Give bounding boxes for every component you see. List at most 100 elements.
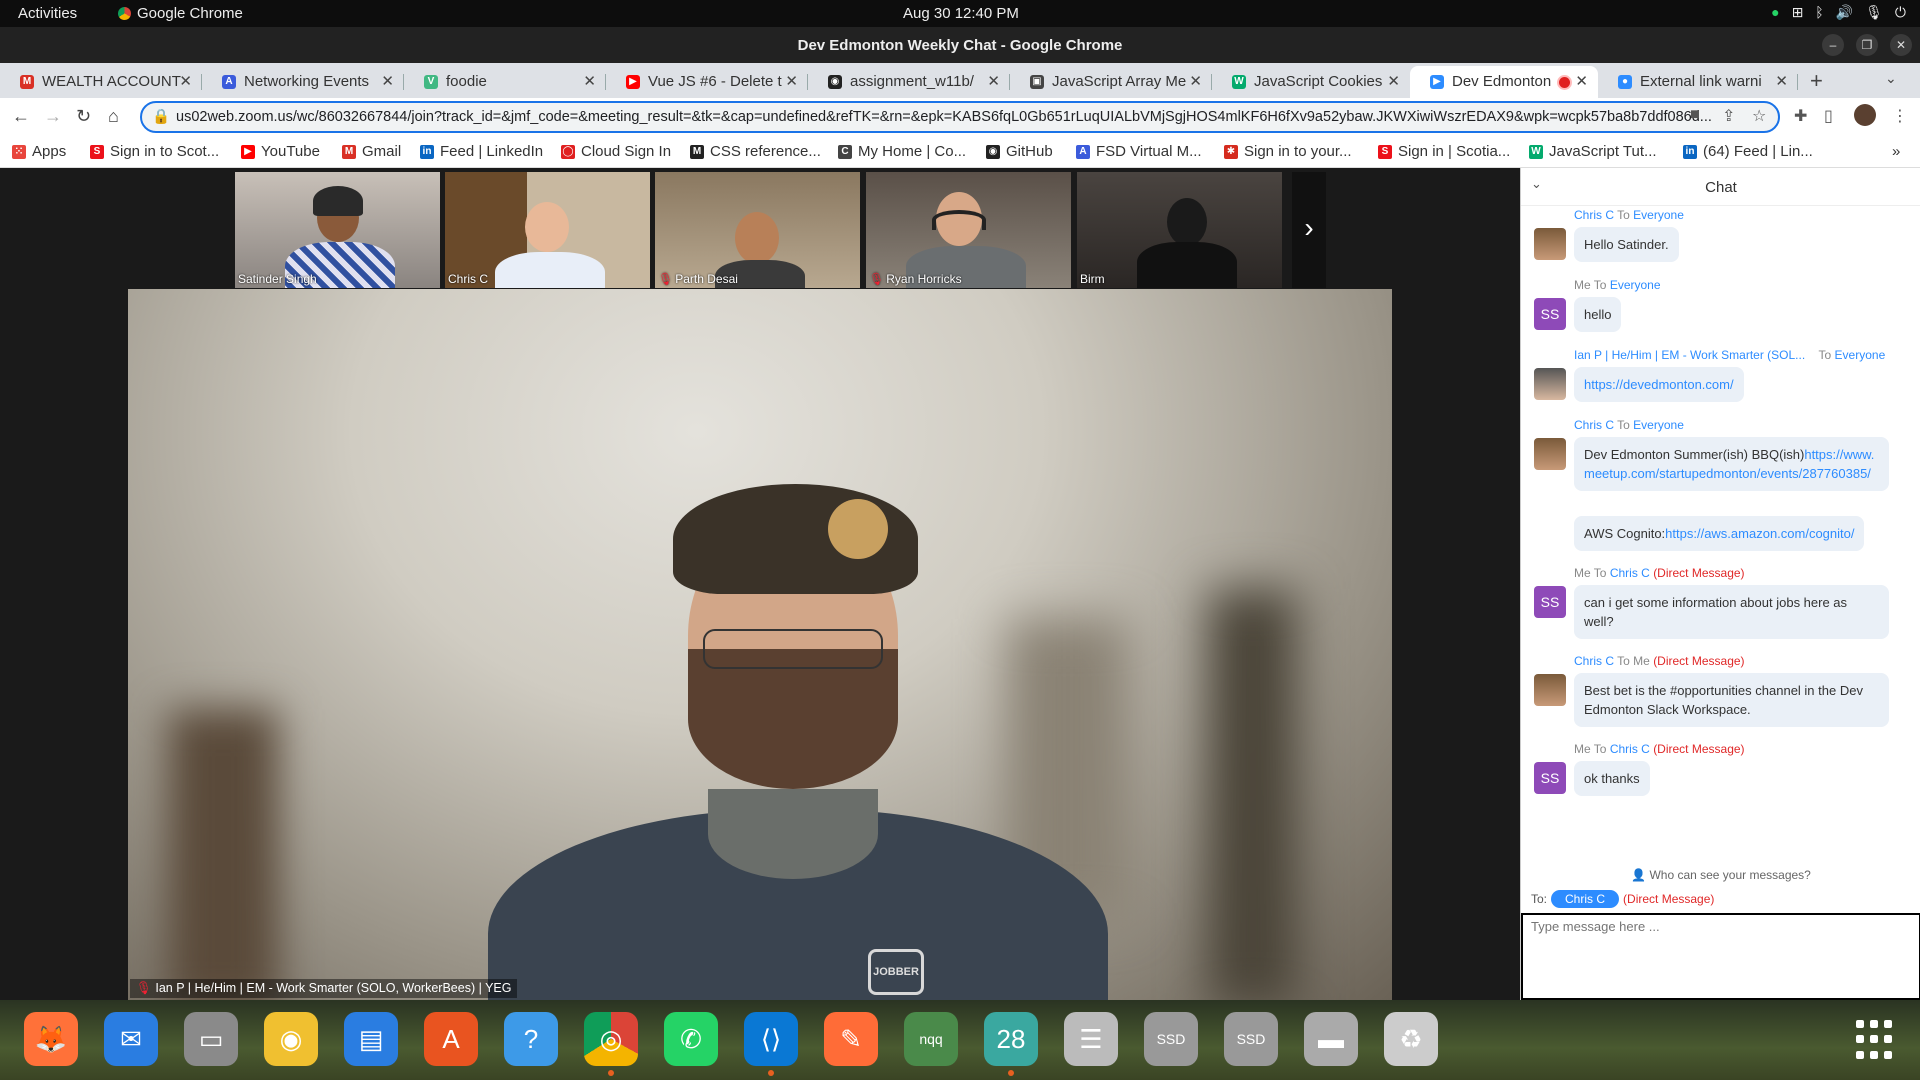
bookmarks-overflow-icon[interactable]: » bbox=[1892, 143, 1900, 160]
bookmark-my-home[interactable]: C My Home | Co... bbox=[838, 143, 966, 160]
menu-kebab-icon[interactable]: ⋮ bbox=[1892, 106, 1908, 126]
tab-javascript-cookies[interactable]: W JavaScript Cookies ✕ bbox=[1212, 66, 1410, 98]
vscode-icon[interactable]: ⟨⟩ bbox=[744, 1012, 798, 1076]
whatsapp-icon[interactable]: ✆ bbox=[664, 1012, 718, 1066]
power-icon[interactable]: ⏻ bbox=[1895, 4, 1906, 21]
bookmark-scotia-2[interactable]: S Sign in | Scotia... bbox=[1378, 143, 1510, 160]
back-icon[interactable]: ← bbox=[12, 106, 30, 127]
activities-button[interactable]: Activities bbox=[18, 5, 108, 22]
whatsapp-tray-icon[interactable]: ● bbox=[1771, 4, 1779, 21]
ssd-1-icon[interactable]: SSD bbox=[1144, 1012, 1198, 1066]
files-icon[interactable]: ▭ bbox=[184, 1012, 238, 1066]
bookmark-scotia-1[interactable]: S Sign in to Scot... bbox=[90, 143, 219, 160]
show-applications-grid-icon[interactable] bbox=[1856, 1020, 1896, 1060]
message-link[interactable]: https://devedmonton.com/ bbox=[1584, 377, 1734, 392]
extensions-icon[interactable]: ✚ bbox=[1794, 106, 1807, 126]
close-tab-icon[interactable]: ✕ bbox=[1775, 66, 1788, 98]
minimize-button[interactable]: – bbox=[1822, 34, 1844, 56]
microphone-icon[interactable]: 🎙 bbox=[1865, 4, 1883, 21]
bookmark-fsd-virtual[interactable]: A FSD Virtual M... bbox=[1076, 143, 1202, 160]
tab-search-chevron-icon[interactable]: ⌄ bbox=[1885, 70, 1897, 87]
recipient-dropdown[interactable]: Chris C bbox=[1551, 890, 1620, 908]
close-tab-icon[interactable]: ✕ bbox=[381, 66, 394, 98]
network-icon[interactable]: ⊞ bbox=[1792, 4, 1804, 21]
home-icon[interactable]: ⌂ bbox=[108, 106, 119, 127]
tab-wealth-account[interactable]: M WEALTH ACCOUNT ✕ bbox=[0, 66, 202, 98]
bookmark-gmail[interactable]: M Gmail bbox=[342, 143, 401, 160]
new-tab-button[interactable]: + bbox=[1810, 68, 1823, 94]
tab-foodie[interactable]: V foodie ✕ bbox=[404, 66, 606, 98]
ssd-2-icon[interactable]: SSD bbox=[1224, 1012, 1278, 1066]
participant-tile[interactable]: Chris C bbox=[445, 172, 650, 288]
thunderbird-icon[interactable]: ✉ bbox=[104, 1012, 158, 1066]
share-icon[interactable]: ⇪ bbox=[1722, 106, 1735, 126]
address-bar[interactable]: 🔒 us02web.zoom.us/wc/86032667844/join?tr… bbox=[140, 101, 1780, 133]
close-tab-icon[interactable]: ✕ bbox=[785, 66, 798, 98]
close-tab-icon[interactable]: ✕ bbox=[987, 66, 1000, 98]
app-menu[interactable]: Google Chrome bbox=[118, 5, 243, 22]
close-tab-icon[interactable]: ✕ bbox=[1575, 66, 1588, 98]
close-tab-icon[interactable]: ✕ bbox=[583, 66, 596, 98]
bookmarks-bar: ⁙ Apps S Sign in to Scot... ▶ YouTube M Gmai… bbox=[0, 136, 1920, 168]
firefox-icon[interactable]: 🦊 bbox=[24, 1012, 78, 1066]
side-panel-icon[interactable]: ▯ bbox=[1824, 106, 1833, 126]
calendar-icon[interactable]: 28 bbox=[984, 1012, 1038, 1076]
postman-icon[interactable]: ✎ bbox=[824, 1012, 878, 1066]
recipient-selector[interactable]: To: Chris C (Direct Message) bbox=[1531, 890, 1714, 908]
participant-body bbox=[495, 252, 605, 288]
trash-icon[interactable]: ♻ bbox=[1384, 1012, 1438, 1066]
participant-tile[interactable]: Birm bbox=[1077, 172, 1282, 288]
participant-tile[interactable]: 🎙 Ryan Horricks bbox=[866, 172, 1071, 288]
chrome-icon[interactable]: ◎ bbox=[584, 1012, 638, 1076]
bookmark-css-reference[interactable]: M CSS reference... bbox=[690, 143, 821, 160]
bookmark-linkedin[interactable]: in Feed | LinkedIn bbox=[420, 143, 543, 160]
bookmark-star-icon[interactable]: ☆ bbox=[1752, 106, 1766, 126]
close-tab-icon[interactable]: ✕ bbox=[179, 66, 192, 98]
tasks-icon[interactable]: ☰ bbox=[1064, 1012, 1118, 1066]
close-window-button[interactable]: ✕ bbox=[1890, 34, 1912, 56]
volume-icon[interactable]: 🔊 bbox=[1836, 4, 1853, 21]
bookmark-cloud-sign-in[interactable]: ◯ Cloud Sign In bbox=[561, 143, 671, 160]
app-center-icon[interactable]: A bbox=[424, 1012, 478, 1066]
message-link[interactable]: https://aws.amazon.com/cognito/ bbox=[1665, 526, 1854, 541]
tab-vue-js-6[interactable]: ▶ Vue JS #6 - Delete t ✕ bbox=[606, 66, 808, 98]
avatar: SS bbox=[1534, 762, 1566, 794]
close-tab-icon[interactable]: ✕ bbox=[1189, 66, 1202, 98]
bookmark-youtube[interactable]: ▶ YouTube bbox=[241, 143, 320, 160]
tab-dev-edmonton[interactable]: ▶ Dev Edmonton ✕ bbox=[1410, 66, 1598, 98]
system-tray[interactable]: ● ⊞ ᛒ 🔊 🎙 ⏻ bbox=[1771, 4, 1906, 21]
help-icon[interactable]: ? bbox=[504, 1012, 558, 1066]
bookmark-github[interactable]: ◉ GitHub bbox=[986, 143, 1053, 160]
bookmark-apps[interactable]: ⁙ Apps bbox=[12, 143, 66, 160]
tab-networking-events[interactable]: A Networking Events ✕ bbox=[202, 66, 404, 98]
bookmark-javascript-tut[interactable]: W JavaScript Tut... bbox=[1529, 143, 1657, 160]
ubuntu-dock: 🦊 ✉ ▭ ◉ ▤ A? ◎ ✆ ⟨⟩ ✎ nqq 28 ☰ SSD SSD ▬ ♻ bbox=[0, 1000, 1920, 1080]
reload-icon[interactable]: ↻ bbox=[76, 106, 91, 127]
tab-external-link-warning[interactable]: ● External link warni ✕ bbox=[1598, 66, 1798, 98]
nqq-icon[interactable]: nqq bbox=[904, 1012, 958, 1066]
clock[interactable]: Aug 30 12:40 PM bbox=[903, 5, 1019, 22]
forward-icon[interactable]: → bbox=[44, 106, 62, 127]
tab-javascript-array[interactable]: ▣ JavaScript Array Me ✕ bbox=[1010, 66, 1212, 98]
drive-icon[interactable]: ▬ bbox=[1304, 1012, 1358, 1066]
participant-tile[interactable]: Satinder Singh bbox=[235, 172, 440, 288]
camera-icon[interactable]: ■ bbox=[1690, 106, 1700, 124]
lock-icon[interactable]: 🔒 bbox=[152, 103, 170, 131]
bookmark-linkedin-feed[interactable]: in (64) Feed | Lin... bbox=[1683, 143, 1813, 160]
close-tab-icon[interactable]: ✕ bbox=[1387, 66, 1400, 98]
libreoffice-writer-icon[interactable]: ▤ bbox=[344, 1012, 398, 1066]
bookmark-label: Sign in | Scotia... bbox=[1398, 143, 1511, 160]
who-can-see-link[interactable]: 👤 Who can see your messages? bbox=[1521, 868, 1920, 882]
message-input[interactable] bbox=[1531, 919, 1911, 934]
bluetooth-icon[interactable]: ᛒ bbox=[1815, 4, 1823, 21]
bookmark-sign-in-your[interactable]: ✱ Sign in to your... bbox=[1224, 143, 1352, 160]
maximize-button[interactable]: ❐ bbox=[1856, 34, 1878, 56]
next-participants-chevron-icon[interactable]: › bbox=[1292, 172, 1326, 288]
message-input-box[interactable] bbox=[1521, 913, 1920, 1000]
to-label: To: bbox=[1531, 892, 1548, 906]
participant-tile[interactable]: 🎙 Parth Desai bbox=[655, 172, 860, 288]
rhythmbox-icon[interactable]: ◉ bbox=[264, 1012, 318, 1066]
profile-avatar[interactable] bbox=[1854, 104, 1876, 126]
doc-icon: ▣ bbox=[1030, 75, 1044, 89]
tab-assignment[interactable]: ◉ assignment_w11b/ ✕ bbox=[808, 66, 1010, 98]
